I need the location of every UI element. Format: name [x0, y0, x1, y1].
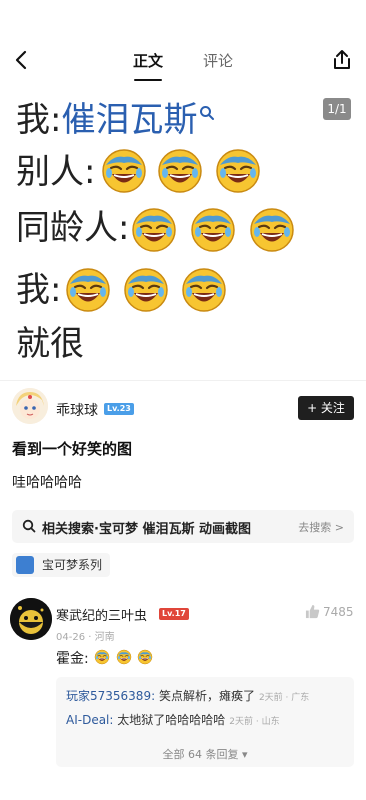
reply-item[interactable]: 玩家57356389: 笑点解析，瘫痪了 2天前 · 广东	[66, 687, 309, 704]
laughing-emoji-icon	[180, 266, 228, 314]
meme-line-1: 我:催泪瓦斯	[16, 100, 215, 140]
reply-meta: 2天前 · 山东	[229, 717, 280, 727]
reply-text: 笑点解析，瘫痪了	[155, 689, 255, 703]
commenter-avatar[interactable]	[10, 598, 52, 640]
laughing-emoji-icon	[214, 147, 262, 195]
meme-search-link[interactable]: 催泪瓦斯	[61, 100, 197, 140]
reply-meta: 2天前 · 广东	[258, 693, 310, 703]
commenter-level-badge: Lv.17	[159, 608, 189, 620]
laughing-emoji-icon	[156, 147, 204, 195]
topic-tag[interactable]: 宝可梦系列	[12, 553, 111, 577]
reply-user[interactable]: AI-Deal:	[66, 713, 113, 727]
related-search-label: 相关搜索·宝可梦 催泪瓦斯 动画截图	[42, 522, 251, 537]
laughing-emoji-icon	[122, 266, 170, 314]
go-search-link[interactable]: 去搜索 >	[298, 519, 344, 535]
laughing-emoji-icon	[100, 147, 148, 195]
laughing-emoji-icon	[94, 649, 110, 665]
search-icon[interactable]	[199, 105, 215, 121]
comment-meta: 04-26 · 河南	[56, 632, 115, 643]
meme-line-2: 别人:	[16, 152, 96, 192]
follow-button[interactable]: + 关注	[298, 396, 354, 420]
back-arrow-icon[interactable]	[10, 48, 34, 72]
meme-line-1-prefix: 我:	[16, 100, 62, 140]
comment-text-body: 霍金:	[56, 651, 89, 667]
post-image[interactable]: 1/1 我:催泪瓦斯 别人: 同龄人: 我: 就很	[0, 90, 366, 375]
meme-line-3: 同龄人:	[16, 208, 130, 248]
laughing-emoji-icon	[64, 266, 112, 314]
laughing-emoji-icon	[137, 649, 153, 665]
author-level-badge: Lv.23	[104, 403, 134, 415]
thumbs-up-icon[interactable]	[305, 604, 320, 619]
search-icon	[22, 519, 36, 533]
top-nav: 正文 评论	[0, 38, 366, 86]
topic-tag-label: 宝可梦系列	[42, 558, 103, 572]
view-all-replies-link[interactable]: 全部 64 条回复 ▾	[56, 746, 354, 762]
author-name[interactable]: 乖球球	[56, 400, 98, 420]
laughing-emoji-icon	[189, 206, 237, 254]
related-search-bar[interactable]: 相关搜索·宝可梦 催泪瓦斯 动画截图 去搜索 >	[12, 510, 354, 543]
active-tab-indicator	[134, 79, 162, 81]
reply-user[interactable]: 玩家57356389:	[66, 689, 155, 703]
tab-main-text[interactable]: 正文	[133, 50, 163, 71]
reply-list: 玩家57356389: 笑点解析，瘫痪了 2天前 · 广东 AI-Deal: 太地…	[56, 677, 354, 767]
author-avatar[interactable]	[12, 388, 48, 424]
laughing-emoji-icon	[248, 206, 296, 254]
tab-comments[interactable]: 评论	[203, 50, 233, 71]
commenter-name[interactable]: 寒武纪的三叶虫	[56, 605, 147, 624]
image-page-indicator: 1/1	[323, 98, 351, 120]
pokemon-series-icon	[16, 556, 34, 574]
reply-item[interactable]: AI-Deal: 太地狱了哈哈哈哈哈 2天前 · 山东	[66, 711, 280, 728]
avatar-illustration-icon	[12, 388, 48, 424]
avatar-illustration-icon	[10, 598, 52, 640]
share-icon[interactable]	[330, 48, 354, 72]
meme-line-4: 我:	[16, 270, 62, 310]
laughing-emoji-icon	[130, 206, 178, 254]
meme-line-5: 就很	[16, 324, 84, 364]
like-count: 7485	[323, 605, 354, 619]
comment-text: 霍金:	[56, 648, 153, 668]
divider	[0, 380, 366, 381]
laughing-emoji-icon	[116, 649, 132, 665]
reply-text: 太地狱了哈哈哈哈哈	[113, 713, 226, 727]
post-title: 看到一个好笑的图	[12, 440, 133, 458]
post-body: 哇哈哈哈哈	[12, 475, 82, 491]
